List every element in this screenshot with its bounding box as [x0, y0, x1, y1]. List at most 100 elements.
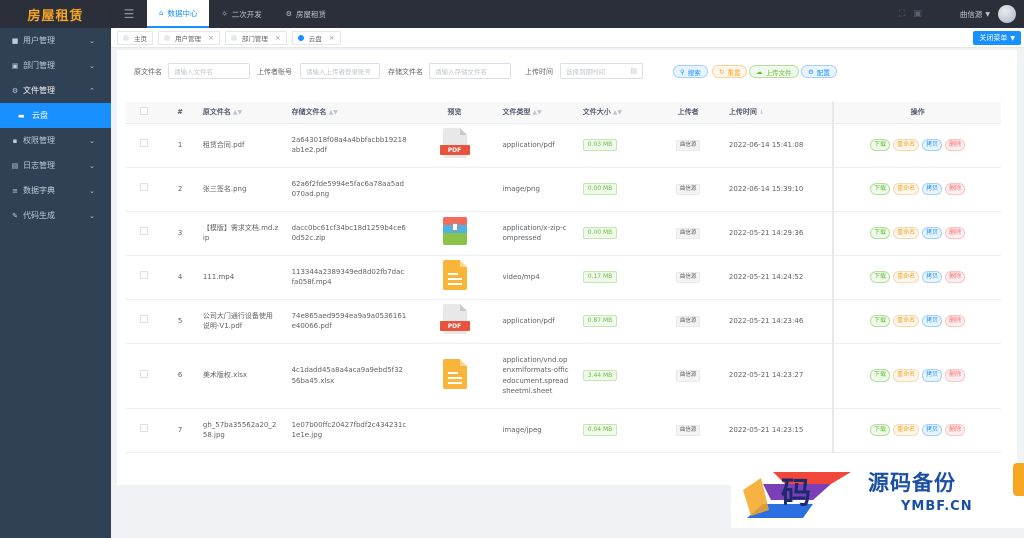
fullscreen-icon[interactable]: ⛶ — [899, 9, 905, 19]
download-button[interactable]: 下载 — [870, 182, 891, 196]
delete-button[interactable]: 删除 — [945, 314, 966, 328]
close-menu-button[interactable]: 关闭菜单 ▼ — [973, 31, 1021, 45]
sidebar-item-file-management[interactable]: ⚙ 文件管理 ⌃ — [0, 78, 111, 103]
side-float-tab[interactable] — [1013, 463, 1024, 496]
table-row[interactable]: 6 美术版权.xlsx 4c1dadd45a8a4aca9a9ebd5f3256ba… — [125, 343, 1001, 409]
tag-cloud-disk[interactable]: 云盘 × — [291, 30, 341, 45]
select-all-checkbox[interactable] — [140, 107, 149, 116]
reset-button[interactable]: ↻ 重置 — [712, 65, 748, 78]
table-row[interactable]: 3 【模版】需求文档.md.zip dacc0bc61cf34bc18d1259b4… — [125, 211, 1001, 256]
tag-label: 主页 — [134, 34, 147, 43]
row-checkbox[interactable] — [140, 139, 149, 148]
sidebar-item-permission-management[interactable]: ▪ 权限管理 ⌄ — [0, 128, 111, 153]
tags-view: 主页 用户管理 × 部门管理 × 云盘 × 关闭菜单 ▼ — [111, 28, 1024, 48]
rename-button[interactable]: 重命名 — [893, 423, 920, 437]
tab-secondary-development[interactable]: ☼ 二次开发 — [209, 0, 273, 28]
table-row[interactable]: 5 公司大门通行设备使用说明-V1.pdf 74e865aed9594ea9a9a0… — [125, 299, 1001, 344]
original-name-label: 原文件名 — [134, 68, 162, 76]
row-checkbox[interactable] — [140, 369, 149, 378]
delete-button[interactable]: 删除 — [945, 138, 966, 152]
table-row[interactable]: 7 gh_57ba35562a20_258.jpg 1e07b00ffc20427f… — [125, 408, 1001, 453]
download-button[interactable]: 下载 — [870, 423, 891, 437]
header-file-size[interactable]: 文件大小 ▲▼ — [576, 102, 654, 124]
download-button[interactable]: 下载 — [870, 369, 891, 382]
sidebar-item-data-dictionary[interactable]: ≡ 数据字典 ⌄ — [0, 178, 111, 203]
copy-button[interactable]: 拷贝 — [922, 138, 943, 152]
copy-button[interactable]: 拷贝 — [922, 314, 943, 328]
upload-file-button[interactable]: ☁ 上传文件 — [749, 65, 799, 78]
tab-house-rental[interactable]: ⚙ 房屋租赁 — [274, 0, 338, 28]
delete-button[interactable]: 删除 — [945, 182, 966, 196]
sidebar-item-department-management[interactable]: ▣ 部门管理 ⌄ — [0, 53, 111, 78]
header-stored-name[interactable]: 存储文件名 ▲▼ — [285, 102, 413, 124]
close-icon[interactable]: × — [275, 34, 281, 42]
search-button[interactable]: ⚲ 搜索 — [673, 65, 708, 78]
sidebar-item-cloud-disk[interactable]: ▬ 云盘 — [0, 103, 111, 128]
hamburger-icon[interactable]: ☰ — [111, 0, 147, 28]
delete-button[interactable]: 删除 — [945, 270, 966, 284]
cell-uploader: 曲信源 — [653, 167, 723, 212]
tab-data-center[interactable]: ⌂ 数据中心 — [147, 0, 210, 28]
download-button[interactable]: 下载 — [870, 226, 891, 240]
lock-icon[interactable]: ▣ — [913, 9, 922, 19]
operation-buttons: 下载 重命名 拷贝 删除 — [840, 423, 995, 437]
close-icon[interactable]: × — [329, 34, 335, 42]
copy-button[interactable]: 拷贝 — [922, 423, 943, 437]
document-file-icon[interactable] — [442, 260, 467, 291]
config-button[interactable]: ⚙ 配置 — [801, 65, 837, 78]
rename-button[interactable]: 重命名 — [893, 226, 920, 240]
rename-button[interactable]: 重命名 — [893, 138, 920, 152]
delete-button[interactable]: 删除 — [945, 369, 966, 382]
delete-button[interactable]: 删除 — [945, 226, 966, 240]
cell-file-type: image/png — [496, 167, 577, 212]
zip-buckle — [451, 223, 458, 232]
app-logo[interactable]: 房屋租赁 — [0, 0, 111, 28]
rename-button[interactable]: 重命名 — [893, 369, 920, 382]
row-checkbox[interactable] — [140, 227, 149, 236]
table-row[interactable]: 4 111.mp4 113344a2389349ed8d02fb7dacfa058f… — [125, 255, 1001, 300]
tag-label: 云盘 — [308, 34, 322, 43]
close-icon[interactable]: × — [208, 34, 214, 42]
operation-buttons: 下载 重命名 拷贝 删除 — [840, 369, 995, 382]
tag-home[interactable]: 主页 — [117, 30, 153, 45]
user-name[interactable]: 曲信源 — [960, 9, 983, 20]
download-button[interactable]: 下载 — [870, 314, 891, 328]
row-checkbox[interactable] — [140, 315, 149, 324]
copy-button[interactable]: 拷贝 — [922, 270, 943, 284]
rename-button[interactable]: 重命名 — [893, 182, 920, 196]
download-button[interactable]: 下载 — [870, 138, 891, 152]
table-row[interactable]: 2 张三签名.png 62a6f2fde5994e5fac6a78aa5ad070a… — [125, 167, 1001, 212]
row-checkbox[interactable] — [140, 424, 149, 433]
upload-time-picker[interactable]: 选择到期时间 ▤ — [560, 63, 643, 79]
row-checkbox[interactable] — [140, 271, 149, 280]
original-name-input[interactable]: 请输入文件名 — [168, 63, 250, 79]
stored-name-input[interactable]: 请输入存储文件名 — [429, 63, 511, 79]
copy-button[interactable]: 拷贝 — [922, 226, 943, 240]
download-button[interactable]: 下载 — [870, 270, 891, 284]
table-row[interactable]: 1 租赁合同.pdf 2a643018f08a4a4bbfacbb19218ab1e… — [125, 123, 1001, 168]
pdf-file-icon[interactable]: PDF — [439, 304, 470, 335]
sidebar-item-log-management[interactable]: ▤ 日志管理 ⌄ — [0, 153, 111, 178]
header-file-type[interactable]: 文件类型 ▲▼ — [496, 102, 577, 124]
size-tag: 0.00 MB — [582, 183, 618, 195]
header-upload-time[interactable]: 上传时间 ↓ — [722, 102, 834, 124]
sidebar-item-user-management[interactable]: ■ 用户管理 ⌄ — [0, 28, 111, 53]
delete-button[interactable]: 删除 — [945, 423, 966, 437]
uploader-account-input[interactable]: 请输入上传者登录账号 — [300, 63, 380, 79]
tag-user-management[interactable]: 用户管理 × — [158, 30, 220, 45]
rename-button[interactable]: 重命名 — [893, 270, 920, 284]
caret-down-icon[interactable]: ▼ — [985, 11, 990, 18]
zip-file-icon[interactable] — [442, 217, 467, 246]
sidebar-item-code-generation[interactable]: ✎ 代码生成 ⌄ — [0, 203, 111, 228]
rename-button[interactable]: 重命名 — [893, 314, 920, 328]
document-file-icon[interactable] — [442, 358, 467, 389]
avatar[interactable] — [998, 5, 1016, 23]
copy-button[interactable]: 拷贝 — [922, 182, 943, 196]
upload-time-placeholder: 选择到期时间 — [566, 68, 605, 76]
row-checkbox[interactable] — [140, 183, 149, 192]
pdf-file-icon[interactable]: PDF — [439, 128, 470, 159]
cell-stored-name: 1e07b00ffc20427fbdf2c434231c1e1e.jpg — [285, 408, 413, 453]
tag-department-management[interactable]: 部门管理 × — [224, 30, 287, 45]
header-original-name[interactable]: 原文件名 ▲▼ — [196, 102, 286, 124]
copy-button[interactable]: 拷贝 — [922, 369, 943, 382]
